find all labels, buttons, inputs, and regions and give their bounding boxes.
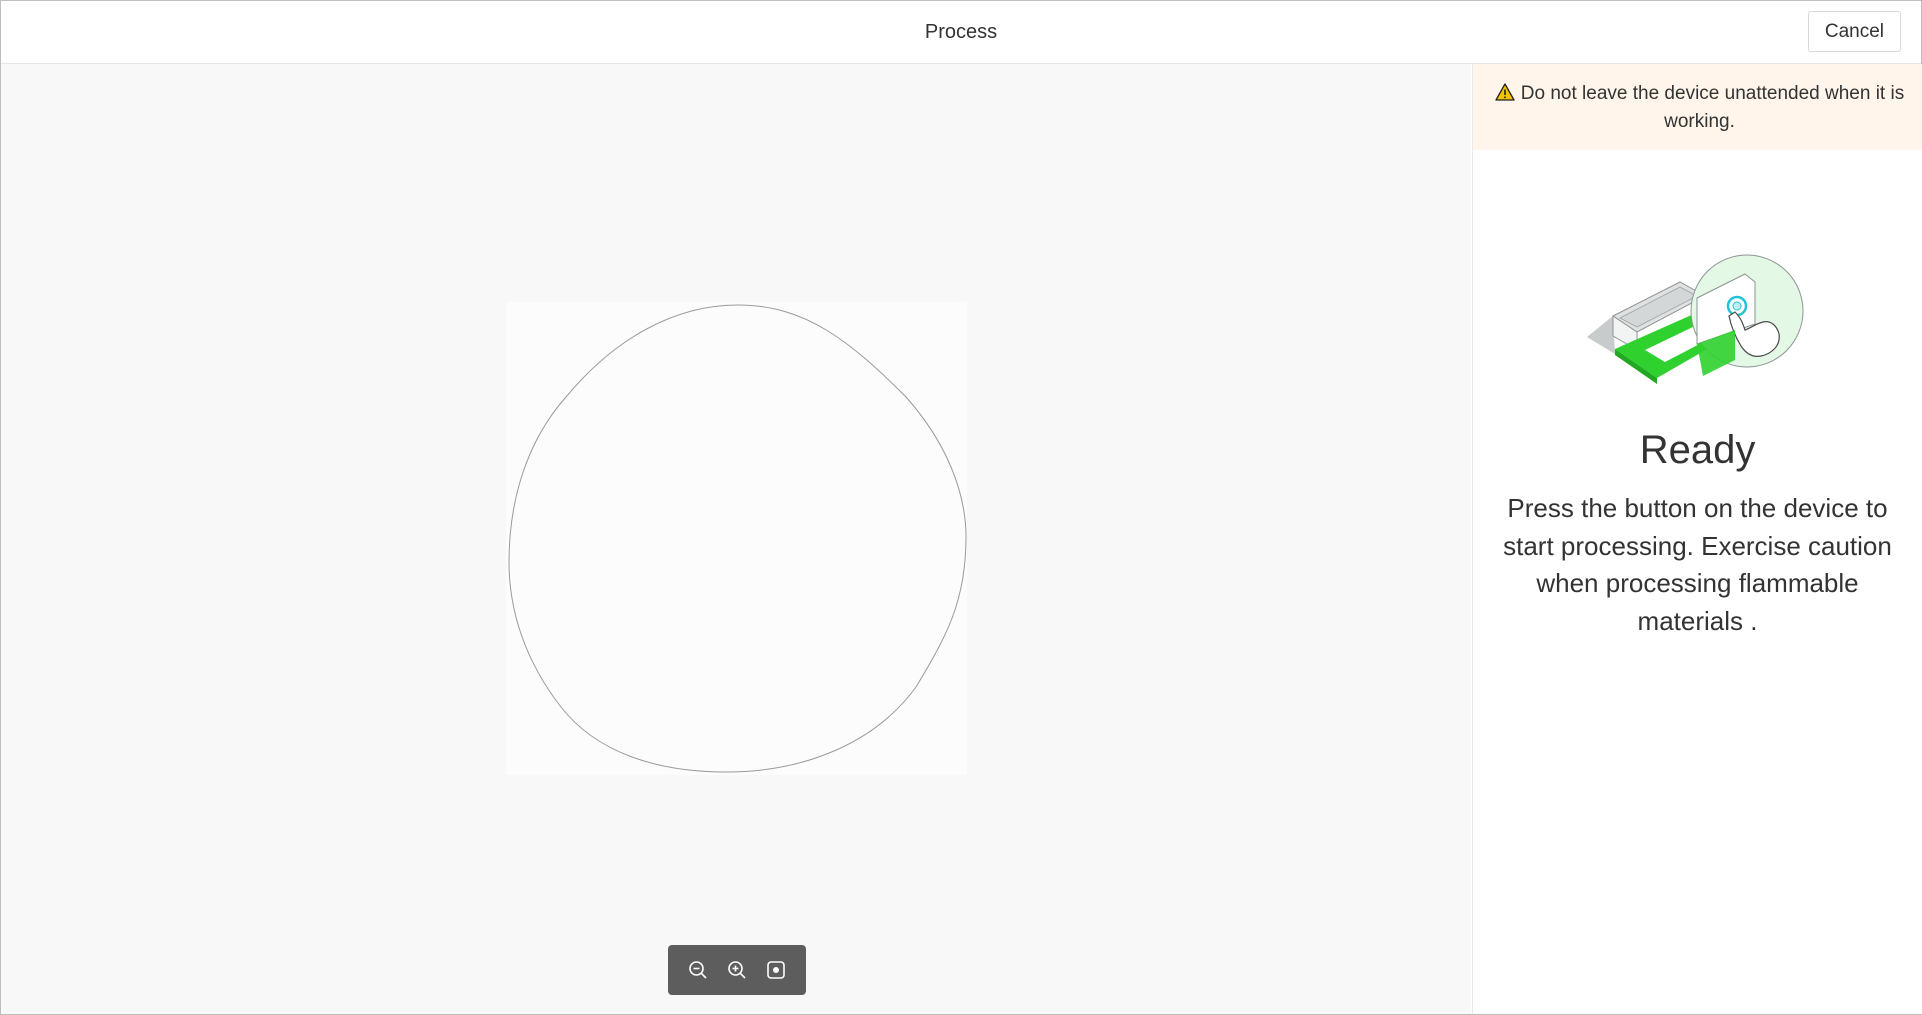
zoom-toolbar bbox=[668, 945, 806, 995]
warning-text: Do not leave the device unattended when … bbox=[1520, 83, 1905, 132]
page-title: Process bbox=[924, 21, 998, 43]
preview-canvas[interactable] bbox=[1, 64, 1471, 1014]
zoom-in-icon[interactable] bbox=[723, 956, 751, 984]
warning-banner: Do not leave the device unattended when … bbox=[1473, 64, 1922, 150]
workpiece-area bbox=[506, 302, 967, 775]
dialog-header: Process Cancel bbox=[1, 1, 1921, 64]
status-title: Ready bbox=[1639, 428, 1756, 472]
status-panel: Do not leave the device unattended when … bbox=[1472, 64, 1922, 1014]
circle-path-shape bbox=[508, 304, 967, 773]
process-dialog: Process Cancel Do not leave the device u… bbox=[0, 0, 1922, 1015]
zoom-out-icon[interactable] bbox=[684, 956, 712, 984]
status-description: Press the button on the device to start … bbox=[1503, 493, 1892, 636]
warning-icon bbox=[1495, 83, 1515, 109]
device-button-illustration bbox=[1585, 254, 1810, 384]
fit-to-screen-icon[interactable] bbox=[762, 956, 790, 984]
cancel-button[interactable]: Cancel bbox=[1807, 11, 1901, 52]
